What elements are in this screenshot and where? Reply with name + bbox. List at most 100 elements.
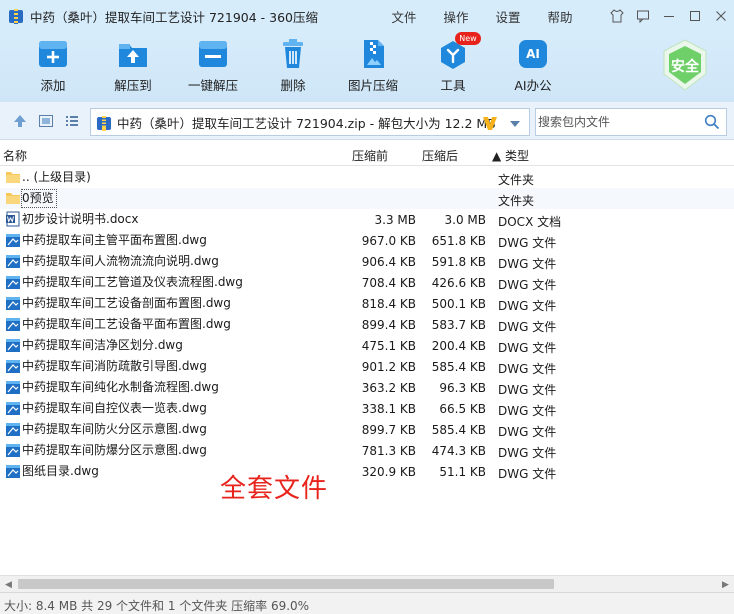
search-input[interactable] xyxy=(538,112,698,132)
file-type: DWG 文件 xyxy=(498,383,557,397)
search-icon[interactable] xyxy=(704,114,720,130)
app-logo-icon xyxy=(8,8,24,24)
list-item[interactable]: 中药提取车间防火分区示意图.dwg 899.7 KB 585.4 KB DWG … xyxy=(0,419,734,440)
ai-office-button[interactable]: AI AI办公 xyxy=(501,38,565,98)
header-type[interactable]: ▲ 类型 xyxy=(492,147,529,164)
packed-size: 899.4 KB xyxy=(361,318,416,332)
extract-to-label: 解压到 xyxy=(114,78,152,93)
packed-size: 363.2 KB xyxy=(361,381,416,395)
unpacked-size: 96.3 KB xyxy=(439,381,486,395)
menu-operate[interactable]: 操作 xyxy=(430,7,482,26)
image-compress-button[interactable]: 图片压缩 xyxy=(341,38,405,98)
menu-file[interactable]: 文件 xyxy=(378,7,430,26)
add-label: 添加 xyxy=(40,78,66,93)
packed-size: 967.0 KB xyxy=(361,234,416,248)
one-click-extract-icon xyxy=(196,38,230,70)
file-name: 0预览 xyxy=(22,191,54,205)
list-item[interactable]: 初步设计说明书.docx 3.3 MB 3.0 MB DOCX 文档 xyxy=(0,209,734,230)
file-name: 中药提取车间工艺管道及仪表流程图.dwg xyxy=(22,275,243,289)
minimize-icon[interactable] xyxy=(656,0,682,32)
thumbnail-view-icon[interactable] xyxy=(38,113,54,129)
add-button[interactable]: 添加 xyxy=(21,38,85,98)
file-name: 中药提取车间纯化水制备流程图.dwg xyxy=(22,380,219,394)
ai-office-label: AI办公 xyxy=(514,78,552,93)
list-item[interactable]: 图纸目录.dwg 320.9 KB 51.1 KB DWG 文件 xyxy=(0,461,734,482)
one-click-extract-label: 一键解压 xyxy=(187,78,238,93)
feedback-icon[interactable] xyxy=(630,0,656,32)
file-type: DWG 文件 xyxy=(498,236,557,250)
dwg-file-icon xyxy=(5,358,21,374)
menu-help[interactable]: 帮助 xyxy=(534,7,586,26)
list-item[interactable]: 中药提取车间防爆分区示意图.dwg 781.3 KB 474.3 KB DWG … xyxy=(0,440,734,461)
dwg-file-icon xyxy=(5,337,21,353)
vip-icon[interactable] xyxy=(481,114,499,132)
packed-size: 781.3 KB xyxy=(361,444,416,458)
packed-size: 338.1 KB xyxy=(361,402,416,416)
file-type: DWG 文件 xyxy=(498,404,557,418)
file-name: 图纸目录.dwg xyxy=(22,464,99,478)
file-name: 中药提取车间防爆分区示意图.dwg xyxy=(22,443,207,457)
file-name: 中药提取车间工艺设备剖面布置图.dwg xyxy=(22,296,231,310)
scroll-left-icon[interactable]: ◀ xyxy=(0,576,17,593)
file-name: 中药提取车间人流物流流向说明.dwg xyxy=(22,254,219,268)
up-arrow-icon[interactable] xyxy=(12,113,28,129)
extract-to-icon xyxy=(116,38,150,70)
packed-size: 475.1 KB xyxy=(361,339,416,353)
list-item[interactable]: 中药提取车间纯化水制备流程图.dwg 363.2 KB 96.3 KB DWG … xyxy=(0,377,734,398)
list-view-icon[interactable] xyxy=(64,113,80,129)
image-compress-label: 图片压缩 xyxy=(347,78,398,93)
delete-button[interactable]: 删除 xyxy=(261,38,325,98)
header-packed[interactable]: 压缩前 xyxy=(352,147,388,164)
file-type: DWG 文件 xyxy=(498,257,557,271)
file-name: 初步设计说明书.docx xyxy=(22,212,139,226)
menu-bar: 文件 操作 设置 帮助 xyxy=(378,0,586,32)
maximize-icon[interactable] xyxy=(682,0,708,32)
horizontal-scrollbar[interactable]: ◀ ▶ xyxy=(0,575,734,592)
scroll-right-icon[interactable]: ▶ xyxy=(717,576,734,593)
archive-path-box[interactable]: 中药（桑叶）提取车间工艺设计 721904.zip - 解包大小为 12.2 M… xyxy=(90,108,530,136)
unpacked-size: 200.4 KB xyxy=(431,339,486,353)
packed-size: 818.4 KB xyxy=(361,297,416,311)
unpacked-size: 585.4 KB xyxy=(431,360,486,374)
header-name[interactable]: 名称 xyxy=(3,147,27,164)
list-item[interactable]: 中药提取车间自控仪表一览表.dwg 338.1 KB 66.5 KB DWG 文… xyxy=(0,398,734,419)
packed-size: 901.2 KB xyxy=(361,360,416,374)
tools-label: 工具 xyxy=(440,78,466,93)
extract-to-button[interactable]: 解压到 xyxy=(101,38,165,98)
file-name: 中药提取车间主管平面布置图.dwg xyxy=(22,233,207,247)
dwg-file-icon xyxy=(5,274,21,290)
file-type: DWG 文件 xyxy=(498,278,557,292)
unpacked-size: 3.0 MB xyxy=(444,213,486,227)
packed-size: 708.4 KB xyxy=(361,276,416,290)
list-item[interactable]: 中药提取车间工艺设备剖面布置图.dwg 818.4 KB 500.1 KB DW… xyxy=(0,293,734,314)
header-unpacked[interactable]: 压缩后 xyxy=(422,147,458,164)
list-item[interactable]: 中药提取车间主管平面布置图.dwg 967.0 KB 651.8 KB DWG … xyxy=(0,230,734,251)
list-item[interactable]: 中药提取车间人流物流流向说明.dwg 906.4 KB 591.8 KB DWG… xyxy=(0,251,734,272)
file-name: .. (上级目录) xyxy=(22,170,91,184)
close-icon[interactable] xyxy=(708,0,734,32)
dwg-file-icon xyxy=(5,316,21,332)
scroll-thumb[interactable] xyxy=(18,579,554,589)
column-header: 名称 压缩前 压缩后 ▲ 类型 xyxy=(0,142,734,166)
dwg-file-icon xyxy=(5,442,21,458)
list-item[interactable]: 中药提取车间工艺管道及仪表流程图.dwg 708.4 KB 426.6 KB D… xyxy=(0,272,734,293)
menu-settings[interactable]: 设置 xyxy=(482,7,534,26)
folder-icon xyxy=(5,190,21,206)
skin-icon[interactable] xyxy=(604,0,630,32)
list-item[interactable]: 中药提取车间消防疏散引导图.dwg 901.2 KB 585.4 KB DWG … xyxy=(0,356,734,377)
chevron-down-icon[interactable] xyxy=(509,118,521,128)
one-click-extract-button[interactable]: 一键解压 xyxy=(181,38,245,98)
file-name: 中药提取车间自控仪表一览表.dwg xyxy=(22,401,207,415)
unpacked-size: 651.8 KB xyxy=(431,234,486,248)
list-item[interactable]: .. (上级目录) 文件夹 xyxy=(0,167,734,188)
unpacked-size: 500.1 KB xyxy=(431,297,486,311)
add-archive-icon xyxy=(36,38,70,70)
list-item[interactable]: 中药提取车间洁净区划分.dwg 475.1 KB 200.4 KB DWG 文件 xyxy=(0,335,734,356)
list-item[interactable]: 0预览 文件夹 xyxy=(0,188,734,209)
search-box xyxy=(535,108,727,136)
status-text: 大小: 8.4 MB 共 29 个文件和 1 个文件夹 压缩率 69.0% xyxy=(4,599,310,613)
address-bar: 中药（桑叶）提取车间工艺设计 721904.zip - 解包大小为 12.2 M… xyxy=(0,102,734,140)
security-shield[interactable]: 安全 xyxy=(658,38,712,92)
list-item[interactable]: 中药提取车间工艺设备平面布置图.dwg 899.4 KB 583.7 KB DW… xyxy=(0,314,734,335)
tools-button[interactable]: 工具 xyxy=(421,38,485,98)
